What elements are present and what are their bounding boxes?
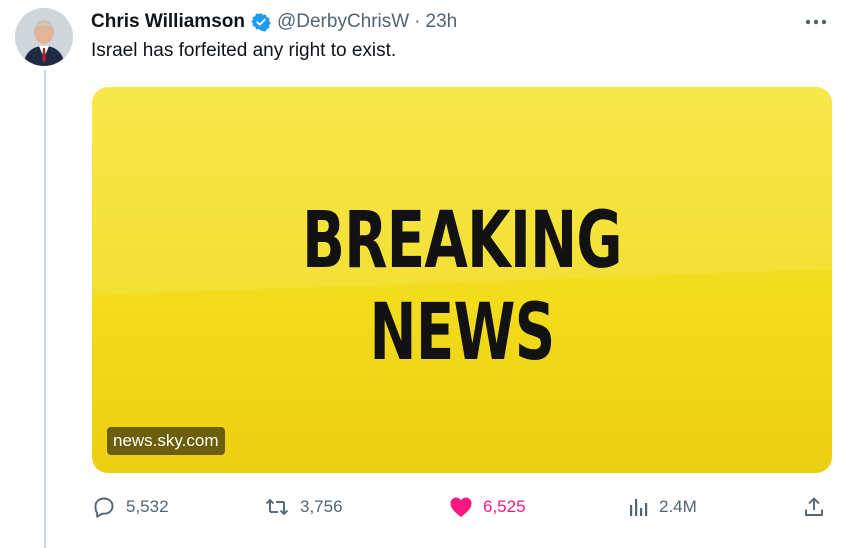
share-icon bbox=[805, 497, 823, 516]
views-button[interactable]: 2.4M bbox=[627, 493, 697, 521]
share-button[interactable] bbox=[802, 493, 826, 521]
views-chart-icon bbox=[630, 499, 648, 516]
media-card[interactable]: BREAKING NEWS bbox=[92, 87, 832, 473]
tweet-text: Israel has forfeited any right to exist. bbox=[91, 40, 397, 61]
repost-icon bbox=[265, 499, 289, 515]
like-button[interactable]: 6,525 bbox=[449, 493, 526, 521]
link-source-label[interactable]: news.sky.com bbox=[107, 427, 225, 455]
like-count: 6,525 bbox=[483, 497, 526, 516]
thread-line bbox=[44, 70, 46, 548]
tweet-header: Chris Williamson @DerbyChrisW · 23h bbox=[91, 9, 457, 35]
tweet-timestamp[interactable]: 23h bbox=[426, 11, 458, 33]
author-name[interactable]: Chris Williamson bbox=[91, 11, 245, 33]
headline-line-2: NEWS bbox=[369, 288, 556, 378]
more-options-button[interactable] bbox=[800, 10, 832, 34]
headline-line-1: BREAKING bbox=[302, 196, 622, 286]
tweet-actions-bar: 5,532 3,756 6,525 2.4M bbox=[92, 493, 832, 521]
heart-icon bbox=[450, 497, 472, 517]
avatar-photo bbox=[15, 8, 73, 66]
avatar[interactable] bbox=[15, 8, 73, 66]
more-dots-icon bbox=[805, 19, 827, 25]
reply-button[interactable]: 5,532 bbox=[92, 493, 169, 521]
repost-button[interactable]: 3,756 bbox=[264, 493, 343, 521]
header-separator: · bbox=[414, 11, 421, 32]
reply-bubble-icon bbox=[94, 497, 114, 518]
reply-count: 5,532 bbox=[126, 497, 169, 516]
verified-badge-icon bbox=[251, 12, 271, 32]
views-count: 2.4M bbox=[659, 497, 697, 516]
repost-count: 3,756 bbox=[300, 497, 343, 516]
author-handle[interactable]: @DerbyChrisW bbox=[277, 11, 409, 33]
breaking-news-headline: BREAKING NEWS bbox=[196, 195, 729, 379]
